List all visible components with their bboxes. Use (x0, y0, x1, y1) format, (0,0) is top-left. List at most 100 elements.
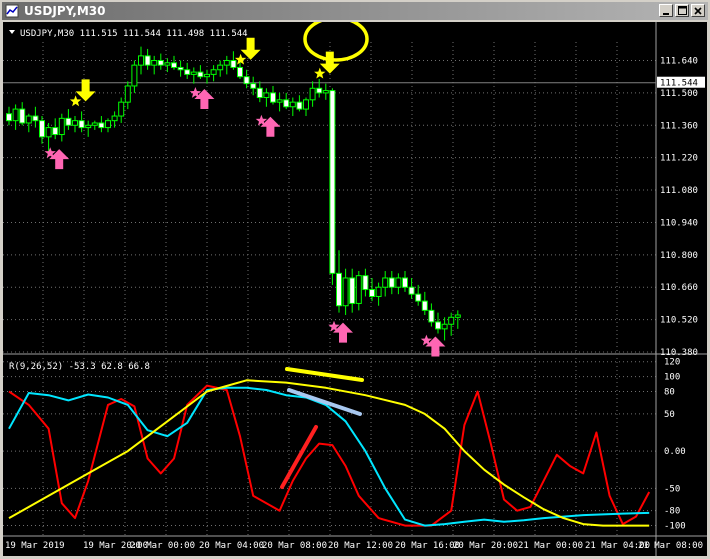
candle-body-bull (72, 120, 78, 126)
maximize-button[interactable] (675, 4, 689, 17)
candle-body-bear (270, 92, 276, 103)
candle-body-bull (85, 124, 92, 129)
candle-body-bear (144, 55, 151, 66)
indicator-tick: 120 (664, 358, 680, 368)
candle-body-bear (243, 76, 250, 85)
candle-body-bull (45, 127, 52, 138)
candle-body-bull (124, 85, 131, 103)
time-tick: 20 Mar 12:00 (328, 541, 393, 551)
candle-body-bull (322, 90, 329, 94)
candle-body-bear (6, 113, 12, 122)
price-tick: 111.080 (660, 186, 698, 196)
indicator-tick: -80 (664, 507, 680, 517)
candle-body-bear (78, 120, 85, 129)
time-tick: 20 Mar 16:00 (395, 541, 460, 551)
candle-body-bull (131, 64, 138, 87)
candle-body-bear (19, 108, 26, 124)
candle-body-bear (296, 101, 303, 110)
chart-window: USDJPY,M30 111.640 111.500 111.360 111.2… (0, 0, 710, 559)
candle-body-bull (91, 122, 98, 126)
chart-header: USDJPY,M30 111.515 111.544 111.498 111.5… (20, 29, 248, 39)
indicator-tick: 0.00 (664, 447, 686, 457)
chart-window-icon (5, 4, 19, 18)
price-tick: 111.500 (660, 89, 698, 99)
candle-body-bear (369, 289, 375, 297)
candle-body-bull (441, 323, 448, 330)
candle-body-bull (454, 314, 461, 318)
candle-body-bear (184, 69, 191, 75)
candle-body-bull (58, 117, 65, 136)
time-tick: 20 Mar 00:00 (130, 541, 195, 551)
candle-body-bull (263, 92, 270, 99)
price-tick: 111.220 (660, 154, 698, 164)
window-title: USDJPY,M30 (24, 4, 106, 18)
candle-body-bear (408, 286, 415, 295)
candle-body-bull (382, 277, 389, 288)
chart-canvas[interactable]: 111.640 111.500 111.360 111.220 111.080 … (3, 22, 707, 556)
candle-body-bear (230, 60, 237, 68)
candle-body-bull (111, 115, 118, 122)
candle-body-bear (336, 272, 342, 307)
current-price-label: 111.544 (660, 79, 698, 89)
candle-body-bear (402, 277, 408, 288)
candle-body-bull (217, 64, 224, 71)
time-tick: 21 Mar 08:00 (638, 541, 703, 551)
minimize-button[interactable] (659, 4, 673, 17)
candle-body-bull (309, 87, 316, 101)
candle-body-bear (283, 99, 290, 108)
minimize-icon (663, 12, 669, 15)
candle-body-bear (435, 321, 441, 330)
time-tick: 20 Mar 08:00 (262, 541, 327, 551)
candle-body-bull (105, 120, 111, 129)
maximize-icon (677, 6, 687, 15)
candle-body-bear (428, 309, 435, 323)
candle-body-bull (210, 69, 217, 75)
candle-body-bear (256, 87, 263, 99)
time-tick: 20 Mar 04:00 (199, 541, 264, 551)
candle-body-bear (237, 66, 243, 78)
candle-body-bear (177, 66, 184, 71)
candle-body-bear (349, 277, 356, 304)
indicator-tick: 80 (664, 388, 675, 398)
indicator-tick: 100 (664, 373, 680, 383)
candle-body-bear (65, 117, 72, 126)
candle-body-bear (98, 122, 105, 129)
price-tick: 110.940 (660, 218, 698, 228)
price-tick: 110.800 (660, 251, 698, 261)
candle-body-bull (342, 277, 349, 307)
candle-body-bull (151, 60, 158, 66)
candle-body-bull (190, 71, 197, 75)
indicator-tick: -100 (664, 522, 686, 532)
time-tick: 20 Mar 20:00 (453, 541, 518, 551)
candle-body-bull (204, 73, 210, 78)
candle-body-bear (39, 120, 45, 138)
time-tick: 21 Mar 00:00 (518, 541, 583, 551)
window-titlebar[interactable]: USDJPY,M30 (2, 2, 708, 20)
candle-body-bear (362, 275, 369, 291)
price-tick: 110.660 (660, 283, 698, 293)
price-tick: 111.360 (660, 121, 698, 131)
candle-body-bear (157, 60, 164, 66)
candle-body-bear (388, 277, 395, 288)
time-axis[interactable]: 19 Mar 2019 19 Mar 20:00 20 Mar 00:00 20… (5, 541, 703, 551)
candle-body-bear (415, 293, 422, 302)
candle-body-bull (138, 55, 144, 66)
indicator-header: R(9,26,52) -53.3 62.8 66.8 (9, 362, 150, 372)
candle-body-bull (164, 62, 171, 66)
price-tick: 110.380 (660, 348, 698, 358)
candle-body-bull (25, 115, 32, 124)
candle-body-bull (276, 99, 283, 103)
candle-body-bull (395, 277, 402, 288)
price-tick: 111.640 (660, 57, 698, 67)
candle-body-bear (250, 83, 257, 89)
time-tick: 19 Mar 2019 (5, 541, 65, 551)
candle-body-bear (197, 71, 204, 78)
candle (329, 88, 336, 285)
price-tick: 110.520 (660, 316, 698, 326)
close-button[interactable] (691, 4, 705, 17)
candle-body-bear (171, 62, 177, 68)
candle-body-bull (448, 316, 455, 325)
close-icon (694, 6, 702, 15)
candle-body-bull (12, 108, 19, 122)
indicator-tick: 50 (664, 410, 675, 420)
